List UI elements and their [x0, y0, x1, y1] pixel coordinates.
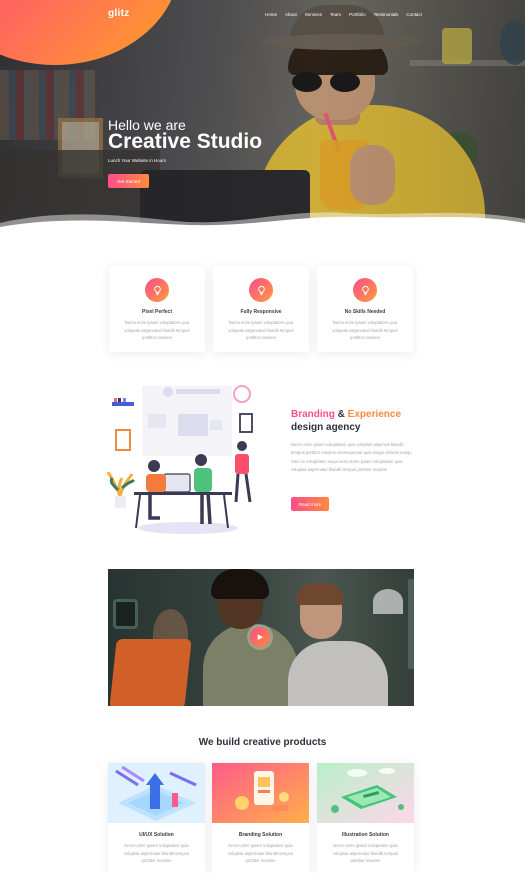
- play-button[interactable]: ▶: [250, 627, 270, 647]
- feature-card-no-skills-needed: No Skills Needed Nemo enim ipsam volupta…: [317, 266, 413, 352]
- brand-logo[interactable]: glitz: [108, 8, 130, 19]
- nav-item-testimonials[interactable]: Testimonials: [374, 12, 399, 17]
- feature-text: Nemo enim ipsam voluptatem quia voluptas…: [228, 320, 294, 341]
- product-text: Nemo enim ipsam voluptatem quia voluptas…: [123, 843, 190, 864]
- feature-title: Fully Responsive: [240, 309, 282, 315]
- product-image-uiux: [108, 763, 205, 823]
- feature-title: No Skills Needed: [344, 309, 386, 315]
- agency-heading-experience: Experience: [347, 409, 402, 420]
- feature-card-pixel-perfect: Pixel Perfect Nemo enim ipsam voluptatem…: [109, 266, 205, 352]
- agency-heading-ampersand: &: [334, 409, 348, 420]
- nav-item-team[interactable]: Team: [330, 12, 341, 17]
- read-more-button[interactable]: Read more: [291, 497, 329, 511]
- nav-item-portfolio[interactable]: Portfolio: [349, 12, 366, 17]
- product-title: Illustration Solution: [342, 832, 389, 838]
- product-title: Branding Solution: [238, 832, 283, 838]
- product-card-uiux: UI/UX Solution Nemo enim ipsam voluptate…: [108, 763, 205, 873]
- nav-item-services[interactable]: Services: [305, 12, 322, 17]
- feature-text: Nemo enim ipsam voluptatem quia voluptas…: [124, 320, 190, 341]
- feature-title: Pixel Perfect: [141, 309, 173, 315]
- product-card-branding: Branding Solution Nemo enim ipsam volupt…: [212, 763, 309, 873]
- nav-item-contact[interactable]: Contact: [406, 12, 422, 17]
- agency-heading: Branding & Experience design agency: [291, 408, 401, 434]
- agency-heading-branding: Branding: [291, 409, 335, 420]
- team-illustration: [106, 385, 253, 534]
- products-heading: We build creative products: [198, 737, 327, 748]
- feature-text: Nemo enim ipsam voluptatem quia voluptas…: [332, 320, 398, 341]
- hero-section: [0, 0, 525, 235]
- product-title: UI/UX Solution: [139, 832, 174, 838]
- product-text: Nemo enim ipsam voluptatem quia voluptas…: [227, 843, 294, 864]
- get-started-button[interactable]: Get Started: [108, 174, 149, 188]
- product-image-illustration: [317, 763, 414, 823]
- lightbulb-icon: [145, 278, 169, 302]
- hero-subtitle: Lunch Your Website in Hours: [108, 158, 166, 163]
- product-card-illustration: Illustration Solution Nemo enim ipsam vo…: [317, 763, 414, 873]
- nav-item-about[interactable]: About: [285, 12, 297, 17]
- lightbulb-icon: [353, 278, 377, 302]
- lightbulb-icon: [249, 278, 273, 302]
- hero-title: Creative Studio: [108, 130, 263, 153]
- agency-heading-line2: design agency: [291, 422, 361, 433]
- main-nav: Home About Services Team Portfolio Testi…: [265, 12, 422, 17]
- feature-card-fully-responsive: Fully Responsive Nemo enim ipsam volupta…: [213, 266, 309, 352]
- nav-item-home[interactable]: Home: [265, 12, 277, 17]
- agency-description: Nemo enim ipsam voluptatem quia voluptas…: [291, 442, 412, 472]
- product-text: Nemo enim ipsam voluptatem quia voluptas…: [332, 843, 399, 864]
- play-icon: ▶: [257, 634, 264, 641]
- product-image-branding: [212, 763, 309, 823]
- hero-wave-divider: [0, 212, 525, 235]
